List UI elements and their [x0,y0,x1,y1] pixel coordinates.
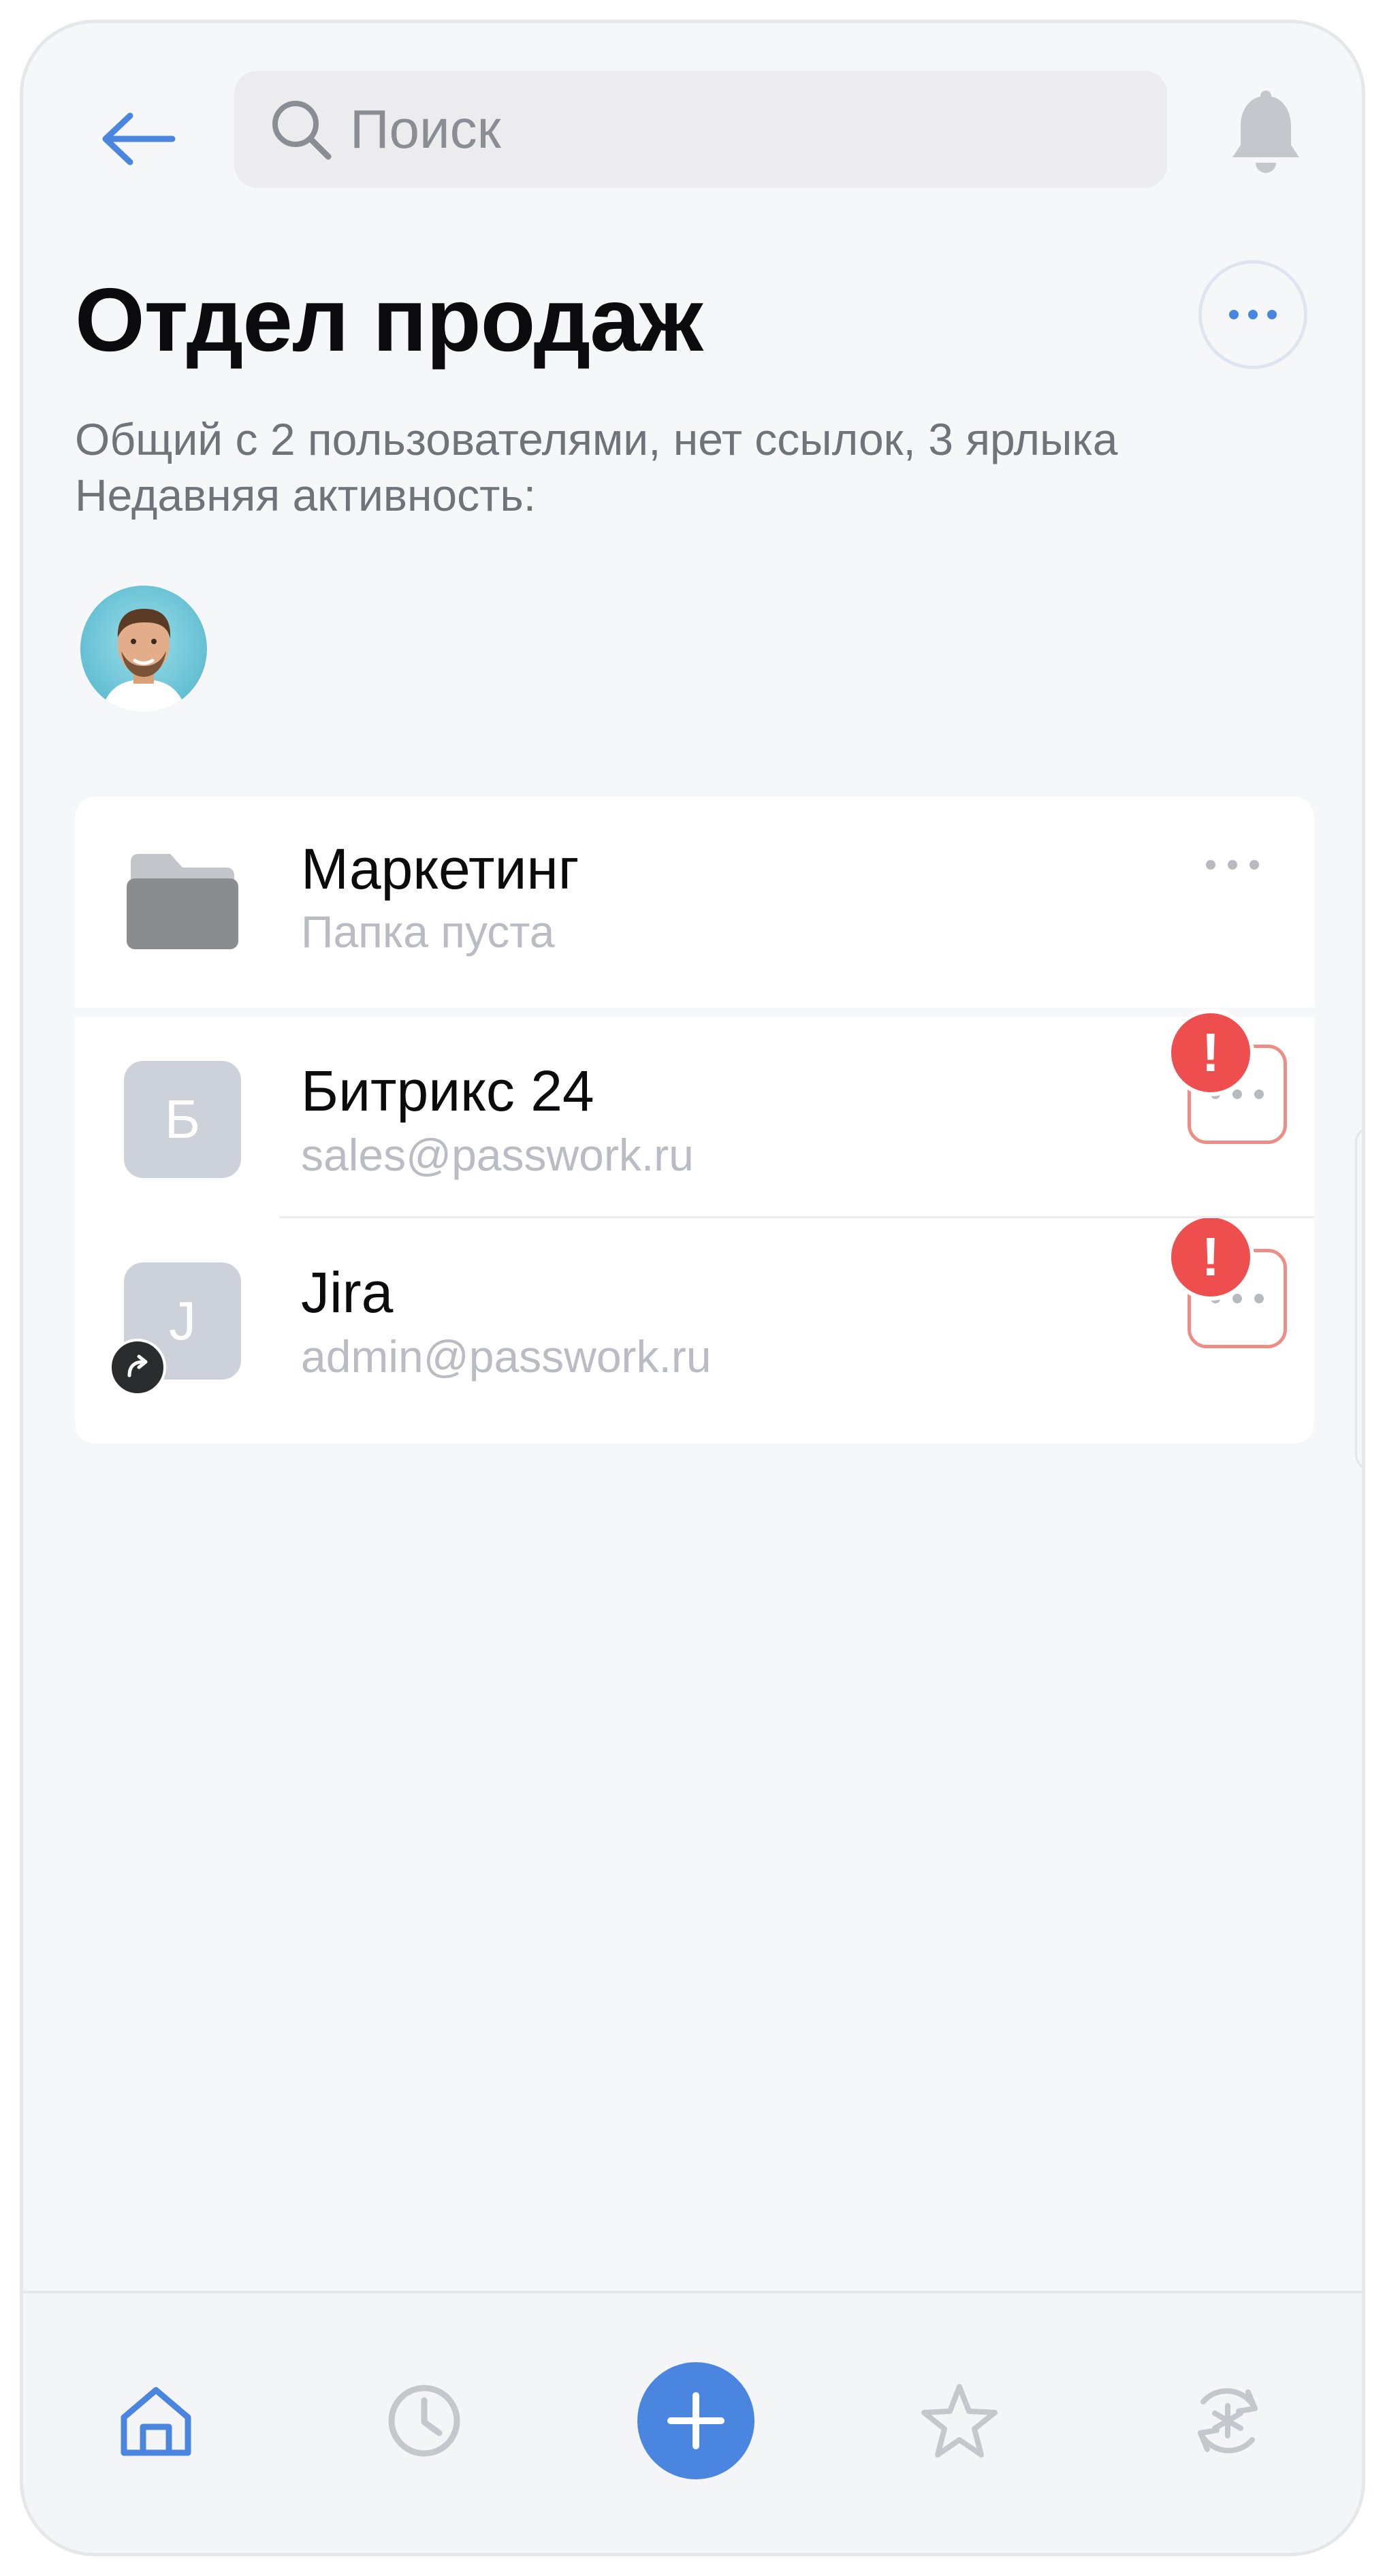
item-title: Битрикс 24 [301,1059,594,1123]
home-icon [121,2387,191,2456]
list-item[interactable]: J Jira admin@passwork.ru ! [75,1213,1314,1444]
password-list: Б Битрикс 24 sales@passwork.ru ! J Jira … [75,1009,1314,1444]
folder-icon [124,850,241,952]
folder-row[interactable]: Маркетинг Папка пуста [75,797,1314,1008]
bottom-navigation [23,2291,1362,2553]
user-portrait-icon [101,609,187,712]
back-button[interactable] [91,91,187,187]
search-icon [268,97,334,162]
item-subtitle: sales@passwork.ru [301,1130,694,1180]
nav-favorites[interactable] [902,2363,1017,2479]
page-title: Отдел продаж [75,270,703,370]
vault-sharing-info: Общий с 2 пользователями, нет ссылок, 3 … [75,414,1118,464]
phone-screen: Отдел продаж Общий с 2 пользователями, н… [20,20,1365,2556]
scrollbar[interactable] [1355,1126,1362,1471]
avatar[interactable] [80,586,207,712]
notifications-button[interactable] [1222,89,1310,177]
plus-icon [667,2392,725,2449]
arrow-left-icon [102,112,176,165]
warning-badge: ! [1167,1213,1254,1301]
folder-more-button[interactable] [1192,844,1273,885]
recent-activity-label: Недавняя активность: [75,470,537,520]
search-bar[interactable] [234,71,1167,188]
warning-badge: ! [1167,1009,1254,1096]
item-subtitle: admin@passwork.ru [301,1331,712,1382]
vault-more-button[interactable] [1198,260,1307,369]
list-divider [279,1216,1314,1218]
vault-description: Общий с 2 пользователями, нет ссылок, 3 … [75,411,1117,523]
search-input[interactable] [349,97,1100,161]
bell-icon [1232,91,1299,173]
item-title: Маркетинг [301,837,579,901]
star-icon [921,2384,998,2458]
nav-password-generator[interactable] [1170,2363,1286,2479]
nav-home[interactable] [98,2363,214,2479]
list-item[interactable]: Б Битрикс 24 sales@passwork.ru ! [75,1009,1314,1216]
nav-recent[interactable] [366,2363,482,2479]
shortcut-icon [109,1339,166,1396]
more-horizontal-icon [1206,860,1259,870]
clock-icon [388,2385,460,2457]
item-letter-avatar: Б [124,1061,241,1178]
more-horizontal-icon [1229,310,1277,319]
item-title: Jira [301,1260,394,1324]
item-subtitle: Папка пуста [301,906,555,957]
password-generator-icon [1198,2388,1258,2453]
add-button[interactable] [637,2362,754,2479]
